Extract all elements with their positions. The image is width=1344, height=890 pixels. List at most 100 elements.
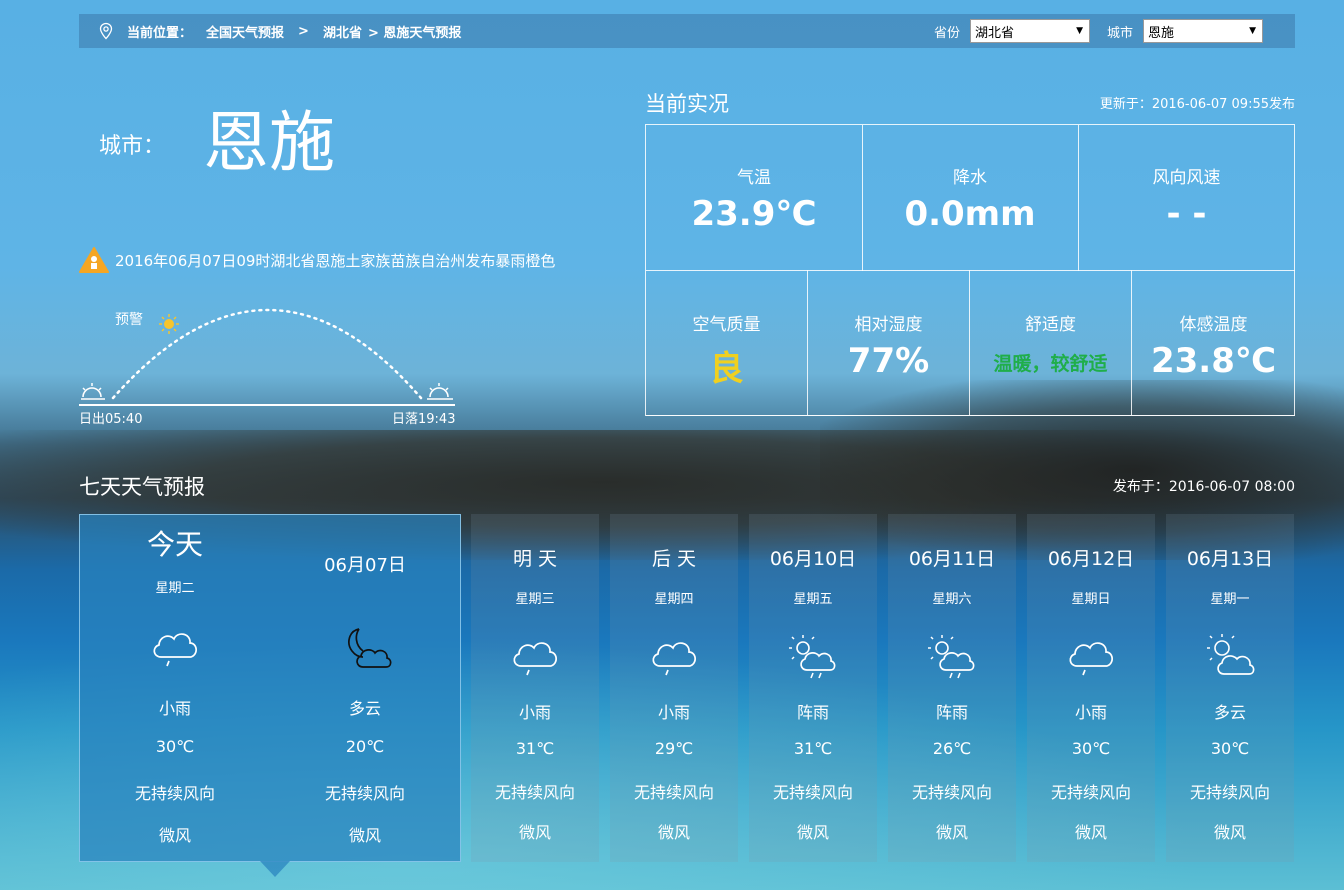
seven-day-published: 发布于：2016-06-07 08:00 [1112, 479, 1295, 495]
air-quality-value: 良 [709, 349, 744, 389]
sunset-icon [427, 383, 453, 400]
today-forecast-card[interactable]: 今天 星期二 小雨 30℃ 无持续风向 微风 06月07日 多云 20℃ 无持续… [79, 514, 461, 862]
day-wind-speed: 微风 [518, 823, 551, 842]
day-weekday: 星期六 [932, 592, 972, 607]
city-select-value: 恩施 [1148, 25, 1175, 41]
day-wind-speed: 微风 [1074, 823, 1107, 842]
day-forecast-card[interactable]: 明 天 星期三 小雨 31℃ 无持续风向 微风 [471, 514, 599, 862]
day-weekday: 星期日 [1071, 592, 1111, 607]
warning-text: 2016年06月07日09时湖北省恩施土家族苗族自治州发布暴雨橙色 [115, 251, 556, 270]
province-select-group: 省份 湖北省 ▼ [934, 19, 1091, 43]
sun-cloud-rain-icon [928, 635, 975, 679]
city-select[interactable]: 恩施 ▼ [1143, 19, 1264, 43]
precipitation-value: 0.0mm [904, 194, 1036, 234]
night-date: 06月07日 [324, 555, 406, 576]
moon-cloud-icon [348, 628, 392, 668]
day-temperature: 30℃ [155, 737, 195, 756]
temperature-label: 气温 [737, 168, 771, 188]
day-description: 多云 [1213, 703, 1246, 722]
province-label: 省份 [934, 25, 961, 41]
day-wind-speed: 微风 [796, 823, 829, 842]
temperature-value: 23.9℃ [691, 194, 817, 234]
feels-like-label: 体感温度 [1179, 315, 1248, 335]
seven-day-title: 七天天气预报 [79, 475, 205, 499]
province-select-value: 湖北省 [975, 25, 1015, 41]
breadcrumb-separator: > [298, 23, 309, 39]
day-temperature: 30℃ [1071, 739, 1111, 758]
breadcrumb-bar: 当前位置： 全国天气预报 > 湖北省 > 恩施天气预报 省份 湖北省 ▼ 城市 … [79, 14, 1295, 48]
current-update-time: 更新于：2016-06-07 09:55发布 [1099, 97, 1295, 112]
today-card-pointer [260, 861, 290, 877]
night-wind-direction: 无持续风向 [324, 784, 405, 803]
temperature-cell: 气温 23.9℃ [646, 125, 863, 271]
day-forecast-card[interactable]: 06月10日 星期五 阵雨 31℃ 无持续风向 微风 [749, 514, 877, 862]
province-select[interactable]: 湖北省 ▼ [970, 19, 1091, 43]
comfort-value: 温暖，较舒适 [993, 353, 1108, 375]
day-forecast-card[interactable]: 06月12日 星期日 小雨 30℃ 无持续风向 微风 [1027, 514, 1155, 862]
day-wind-direction: 无持续风向 [911, 783, 992, 802]
day-forecast-card[interactable]: 06月11日 星期六 阵雨 26℃ 无持续风向 微风 [888, 514, 1016, 862]
day-description: 小雨 [657, 703, 690, 722]
precipitation-cell: 降水 0.0mm [862, 125, 1079, 271]
day-description: 小雨 [1074, 703, 1107, 722]
location-pin-icon [99, 22, 113, 40]
city-label: 城市 [1107, 25, 1134, 41]
day-forecast-card[interactable]: 后 天 星期四 小雨 29℃ 无持续风向 微风 [610, 514, 738, 862]
weather-warning[interactable]: 2016年06月07日09时湖北省恩施土家族苗族自治州发布暴雨橙色 [79, 246, 555, 274]
breadcrumb-national-link[interactable]: 全国天气预报 [206, 22, 284, 41]
current-sun-marker-icon [159, 314, 179, 334]
day-forecast-card[interactable]: 06月13日 星期一 多云 30℃ 无持续风向 微风 [1166, 514, 1294, 862]
day-temperature: 26℃ [932, 739, 972, 758]
day-wind-direction: 无持续风向 [1050, 783, 1131, 802]
day-weekday: 星期一 [1210, 592, 1250, 607]
warning-marker-label: 预警 [115, 312, 143, 328]
day-wind-direction: 无持续风向 [134, 784, 215, 803]
cloud-rain-icon [652, 642, 696, 676]
wind-label: 风向风速 [1152, 168, 1221, 188]
current-conditions-grid: 气温 23.9℃ 降水 0.0mm 风向风速 - - 空气质量 良 相对湿度 7… [645, 124, 1295, 416]
sun-cloud-rain-icon [789, 635, 836, 679]
day-wind-speed: 微风 [935, 823, 968, 842]
cloud-rain-icon [513, 642, 557, 676]
day-description: 阵雨 [935, 703, 968, 722]
day-wind-direction: 无持续风向 [772, 783, 853, 802]
wind-value: - - [1166, 194, 1207, 234]
breadcrumb-province-link[interactable]: 湖北省 [323, 22, 362, 41]
day-name: 今天 [146, 528, 203, 561]
day-wind-direction: 无持续风向 [633, 783, 714, 802]
breadcrumb-current: > 恩施天气预报 [367, 25, 462, 41]
precipitation-label: 降水 [953, 168, 987, 188]
night-description: 多云 [348, 699, 381, 718]
warning-triangle-icon [79, 247, 109, 273]
day-temperature: 31℃ [793, 739, 833, 758]
sunrise-time: 日出05:40 [79, 412, 143, 427]
city-select-group: 城市 恩施 ▼ [1107, 19, 1264, 43]
day-description: 小雨 [158, 699, 191, 718]
feels-like-value: 23.8℃ [1150, 341, 1277, 381]
day-wind-speed: 微风 [657, 823, 690, 842]
day-weekday: 星期三 [515, 592, 555, 607]
day-description: 阵雨 [796, 703, 829, 722]
day-wind-speed: 微风 [1213, 823, 1246, 842]
day-description: 小雨 [518, 703, 551, 722]
night-temperature: 20℃ [345, 737, 385, 756]
day-temperature: 30℃ [1210, 739, 1250, 758]
city-name: 恩施 [203, 104, 335, 181]
night-wind-speed: 微风 [348, 826, 381, 845]
cloud-rain-icon [153, 633, 197, 667]
feels-like-cell: 体感温度 23.8℃ [1132, 270, 1295, 416]
dropdown-arrow-icon: ▼ [1076, 26, 1084, 36]
day-temperature: 31℃ [515, 739, 555, 758]
dropdown-arrow-icon: ▼ [1249, 26, 1257, 36]
day-weekday: 星期四 [654, 592, 694, 607]
sun-cloud-icon [1207, 634, 1255, 675]
day-name: 明 天 [512, 548, 558, 570]
sunset-time: 日落19:43 [392, 412, 456, 427]
day-temperature: 29℃ [654, 739, 694, 758]
day-weekday: 星期五 [793, 592, 833, 607]
today-day-column: 今天 星期二 小雨 30℃ 无持续风向 微风 [80, 515, 270, 861]
humidity-cell: 相对湿度 77% [808, 270, 970, 416]
air-quality-cell: 空气质量 良 [646, 270, 808, 416]
day-name: 06月13日 [1186, 548, 1274, 570]
air-quality-label: 空气质量 [692, 315, 761, 335]
